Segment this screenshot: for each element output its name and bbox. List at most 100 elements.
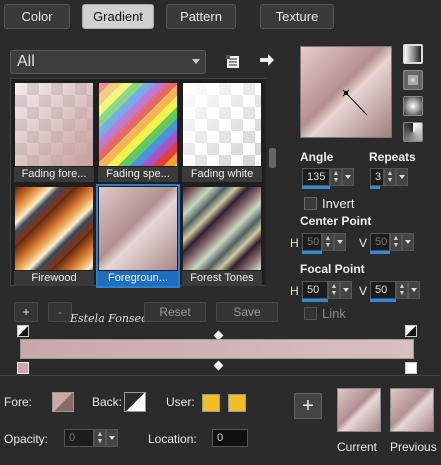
divider — [0, 375, 441, 376]
reset-button[interactable]: Reset — [144, 302, 206, 322]
current-gradient-swatch[interactable] — [337, 388, 381, 432]
remove-stop-button[interactable]: - — [48, 302, 72, 322]
previous-gradient-swatch[interactable] — [390, 388, 434, 432]
focal-point-label: Focal Point — [300, 262, 365, 276]
focal-v-dropdown[interactable] — [408, 281, 420, 299]
preset-swatch — [183, 83, 261, 166]
color-start-marker[interactable] — [17, 362, 29, 374]
arrow-right-icon[interactable] — [256, 49, 278, 71]
preset-label: Firewood — [14, 271, 94, 286]
focal-v-slider-bar[interactable] — [370, 299, 396, 302]
focal-v-label: V — [359, 284, 368, 298]
angle-label: Angle — [300, 150, 334, 164]
focal-h-label: H — [290, 284, 299, 298]
tab-color[interactable]: Color — [4, 4, 70, 29]
opacity-dropdown[interactable] — [106, 429, 118, 447]
preset-label: Fading fore... — [14, 167, 94, 182]
category-value: All — [17, 53, 35, 70]
current-label: Current — [337, 440, 378, 454]
center-v-label: V — [359, 236, 368, 250]
transparency-end-marker[interactable] — [405, 325, 417, 337]
category-dropdown[interactable]: All — [10, 50, 206, 74]
add-stop-button[interactable]: + — [14, 302, 38, 322]
sunburst-style-icon[interactable] — [403, 122, 423, 142]
invert-label: Invert — [322, 196, 355, 211]
save-button[interactable]: Save — [216, 302, 278, 322]
focal-v-spinner[interactable]: ▲ ▼ — [396, 281, 408, 299]
gradient-bar[interactable] — [20, 339, 414, 359]
scrollbar-thumb[interactable] — [269, 148, 276, 168]
center-h-slider-bar[interactable] — [302, 251, 322, 254]
fore-label: Fore: — [4, 395, 33, 409]
tab-pattern[interactable]: Pattern — [166, 4, 236, 29]
angle-dropdown[interactable] — [342, 168, 354, 186]
back-swatch[interactable] — [124, 392, 146, 412]
transparency-start-marker[interactable] — [17, 325, 29, 337]
preset-fading-foreground[interactable]: Fading fore... — [14, 82, 94, 182]
repeats-slider-bar[interactable] — [370, 186, 380, 189]
preset-firewood[interactable]: Firewood — [14, 186, 94, 286]
preset-swatch — [99, 187, 177, 270]
previous-label: Previous — [390, 440, 437, 454]
focal-h-slider-bar[interactable] — [302, 299, 328, 302]
preset-label: Fading white — [182, 167, 262, 182]
user-swatch-2[interactable] — [228, 394, 246, 412]
preset-grid: Fading fore... Fading spe... Fading whit… — [10, 78, 268, 288]
center-v-slider-bar[interactable] — [370, 251, 390, 254]
preset-swatch — [15, 83, 93, 166]
preset-swatch — [15, 187, 93, 270]
preset-foreground-background[interactable]: Foregroun... — [96, 184, 180, 288]
invert-checkbox[interactable] — [304, 197, 317, 210]
preset-fading-white[interactable]: Fading white — [182, 82, 262, 182]
preset-forest-tones[interactable]: Forest Tones — [182, 186, 262, 286]
user-swatch-1[interactable] — [202, 394, 220, 412]
rectangular-style-icon[interactable] — [403, 70, 423, 90]
add-to-swatches-button[interactable]: + — [294, 393, 322, 419]
center-v-input[interactable]: 50 — [370, 233, 390, 251]
back-label: Back: — [92, 395, 123, 409]
color-midpoint[interactable] — [213, 360, 224, 371]
gradient-preview[interactable] — [300, 46, 392, 138]
center-v-dropdown[interactable] — [402, 233, 414, 251]
center-h-spinner[interactable]: ▲ ▼ — [322, 233, 334, 251]
location-input[interactable]: 0 — [212, 429, 248, 447]
color-end-marker[interactable] — [405, 362, 417, 374]
preset-scrollbar[interactable] — [266, 78, 278, 286]
angle-slider-bar[interactable] — [302, 186, 330, 189]
focal-v-input[interactable]: 50 — [370, 281, 396, 299]
center-h-dropdown[interactable] — [334, 233, 346, 251]
center-h-label: H — [290, 236, 299, 250]
tab-gradient[interactable]: Gradient — [82, 4, 154, 29]
tab-texture[interactable]: Texture — [260, 4, 334, 29]
focal-h-input[interactable]: 50 — [302, 281, 328, 299]
link-label: Link — [322, 306, 346, 321]
preset-label: Fading spe... — [98, 167, 178, 182]
preset-swatch — [99, 83, 177, 166]
chevron-down-icon — [192, 59, 200, 64]
resource-manager-icon[interactable] — [222, 51, 244, 73]
link-checkbox[interactable] — [304, 307, 317, 320]
angle-handle-icon — [342, 89, 368, 116]
focal-h-dropdown[interactable] — [340, 281, 352, 299]
center-v-spinner[interactable]: ▲ ▼ — [390, 233, 402, 251]
user-label: User: — [166, 395, 195, 409]
angle-spinner[interactable]: ▲ ▼ — [330, 168, 342, 186]
opacity-spinner[interactable]: ▲ ▼ — [94, 429, 106, 447]
opacity-input[interactable]: 0 — [64, 429, 94, 447]
radial-style-icon[interactable] — [403, 96, 423, 116]
center-h-input[interactable]: 50 — [302, 233, 322, 251]
repeats-input[interactable]: 3 — [370, 168, 384, 186]
linear-style-icon[interactable] — [403, 44, 423, 64]
preset-label: Forest Tones — [182, 271, 262, 286]
repeats-dropdown[interactable] — [396, 168, 408, 186]
location-label: Location: — [148, 432, 197, 446]
repeats-label: Repeats — [369, 150, 416, 164]
opacity-label: Opacity: — [4, 432, 49, 446]
watermark-signature: Estela Fonseca — [70, 312, 154, 325]
fore-swatch[interactable] — [52, 392, 74, 412]
focal-h-spinner[interactable]: ▲ ▼ — [328, 281, 340, 299]
angle-input[interactable]: 135 — [302, 168, 330, 186]
repeats-spinner[interactable]: ▲ ▼ — [384, 168, 396, 186]
preset-fading-spectrum[interactable]: Fading spe... — [98, 82, 178, 182]
preset-label: Foregroun... — [98, 271, 178, 286]
